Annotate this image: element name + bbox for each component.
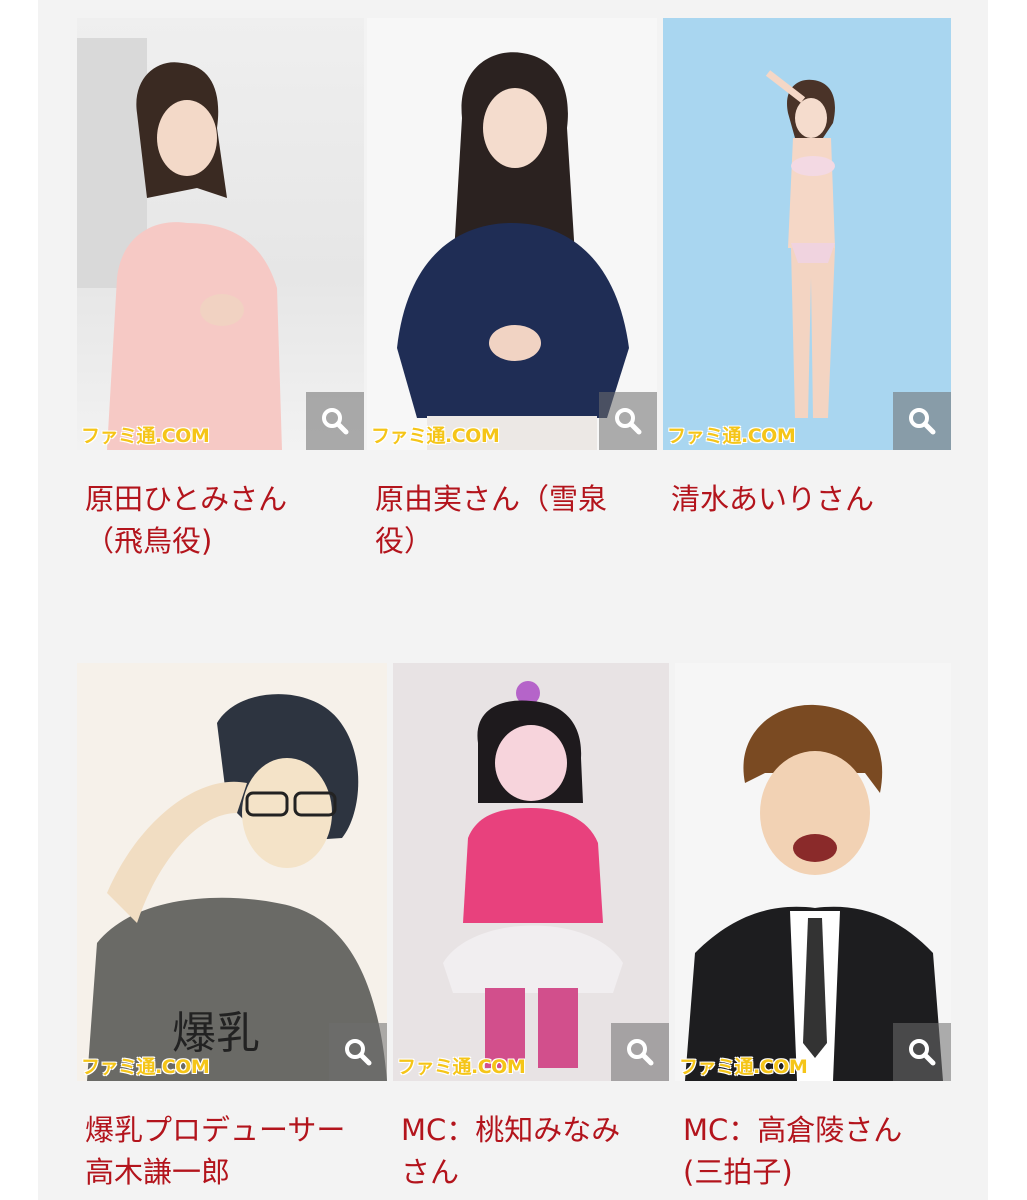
- page: ファミ通.COM 原田ひとみさん （飛鳥役) ファミ通.COM 原由実さん（雪泉…: [0, 0, 1027, 1200]
- caption-line: 原田ひとみさん: [85, 482, 288, 516]
- famitsu-watermark: ファミ通.COM: [371, 425, 500, 447]
- cast-card[interactable]: ファミ通.COM MC：高倉陵さん (三拍子): [675, 663, 951, 1193]
- caption-line: 原由実さん（雪泉: [375, 482, 608, 516]
- caption-line: 役）: [375, 524, 434, 558]
- portrait-illustration: [397, 52, 629, 450]
- portrait-illustration: [685, 704, 943, 1081]
- cast-photo[interactable]: ファミ通.COM: [675, 663, 951, 1081]
- cast-photo[interactable]: 爆乳 ファミ通.COM: [77, 663, 387, 1081]
- zoom-button[interactable]: [599, 392, 657, 450]
- zoom-icon: [322, 408, 349, 435]
- caption-line: さん: [401, 1155, 460, 1189]
- caption-line: MC：高倉陵さん: [683, 1113, 903, 1147]
- zoom-button[interactable]: [611, 1023, 669, 1081]
- cast-photo[interactable]: ファミ通.COM: [393, 663, 669, 1081]
- famitsu-watermark: ファミ通.COM: [81, 425, 210, 447]
- cast-name-link[interactable]: 原由実さん（雪泉 役）: [367, 478, 657, 562]
- portrait-illustration: [765, 70, 835, 418]
- cast-name-link[interactable]: MC：高倉陵さん (三拍子): [675, 1109, 951, 1193]
- portrait-illustration: [443, 681, 623, 1068]
- caption-line: MC：桃知みなみ: [401, 1113, 621, 1147]
- zoom-button[interactable]: [893, 1023, 951, 1081]
- cast-photo[interactable]: ファミ通.COM: [663, 18, 951, 450]
- cast-name-link[interactable]: 原田ひとみさん （飛鳥役): [77, 478, 364, 562]
- portrait-illustration: 爆乳: [87, 694, 387, 1081]
- famitsu-watermark: ファミ通.COM: [679, 1056, 808, 1078]
- cast-card[interactable]: ファミ通.COM 原由実さん（雪泉 役）: [367, 18, 657, 562]
- zoom-button[interactable]: [306, 392, 364, 450]
- zoom-button[interactable]: [329, 1023, 387, 1081]
- zoom-icon: [909, 1039, 936, 1066]
- cast-card[interactable]: ファミ通.COM 原田ひとみさん （飛鳥役): [77, 18, 364, 562]
- cast-name-link[interactable]: MC：桃知みなみ さん: [393, 1109, 669, 1193]
- caption-line: 清水あいりさん: [671, 482, 875, 516]
- caption-line: （飛鳥役): [85, 524, 213, 558]
- caption-line: 爆乳プロデューサー: [85, 1113, 346, 1147]
- zoom-icon: [909, 408, 936, 435]
- portrait-illustration: [77, 38, 282, 450]
- cast-name-link[interactable]: 清水あいりさん: [663, 478, 951, 520]
- cast-name-link[interactable]: 爆乳プロデューサー 高木謙一郎: [77, 1109, 387, 1193]
- famitsu-watermark: ファミ通.COM: [81, 1056, 210, 1078]
- zoom-button[interactable]: [893, 392, 951, 450]
- cast-card[interactable]: ファミ通.COM MC：桃知みなみ さん: [393, 663, 669, 1193]
- caption-line: (三拍子): [683, 1155, 793, 1189]
- cast-photo[interactable]: ファミ通.COM: [367, 18, 657, 450]
- cast-card[interactable]: 爆乳 ファミ通.COM 爆乳プロデューサー 高木謙一郎: [77, 663, 387, 1193]
- famitsu-watermark: ファミ通.COM: [667, 425, 796, 447]
- zoom-icon: [345, 1039, 372, 1066]
- zoom-icon: [627, 1039, 654, 1066]
- cast-photo[interactable]: ファミ通.COM: [77, 18, 364, 450]
- famitsu-watermark: ファミ通.COM: [397, 1056, 526, 1078]
- zoom-icon: [615, 408, 642, 435]
- caption-line: 高木謙一郎: [85, 1155, 231, 1189]
- cast-card[interactable]: ファミ通.COM 清水あいりさん: [663, 18, 951, 520]
